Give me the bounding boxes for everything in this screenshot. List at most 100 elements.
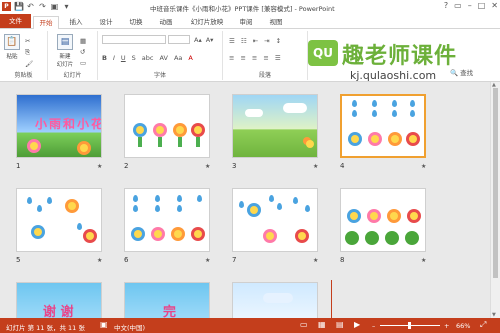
align-right-icon[interactable]: ≡	[252, 54, 257, 62]
zoom-out-button[interactable]: –	[372, 322, 375, 330]
underline-button[interactable]: U	[121, 54, 126, 62]
strikethrough-button[interactable]: abc	[142, 54, 154, 62]
normal-view-icon[interactable]: ▭	[300, 320, 308, 329]
raindrop-icon	[372, 100, 377, 107]
bush-icon	[405, 231, 419, 245]
numbering-icon[interactable]: ☷	[241, 37, 247, 45]
bush-icon	[385, 231, 399, 245]
align-left-icon[interactable]: ≡	[229, 54, 234, 62]
italic-button[interactable]: I	[113, 54, 115, 62]
decrease-indent-icon[interactable]: ⇤	[253, 37, 258, 45]
raindrop-icon	[177, 205, 182, 212]
slide-thumbnail-1[interactable]: 小雨和小花	[16, 94, 102, 158]
close-icon[interactable]: ✕	[491, 1, 498, 10]
flower-icon	[406, 132, 420, 146]
quick-access-toolbar: P 💾 ↶ ↷ ▣ ▾	[2, 2, 71, 11]
tab-transitions[interactable]: 切换	[124, 16, 148, 28]
flower-icon	[153, 123, 167, 137]
font-color-button[interactable]: A	[188, 54, 192, 62]
vertical-scrollbar[interactable]: ▲ ▼	[490, 82, 500, 318]
scrollbar-thumb[interactable]	[493, 88, 498, 278]
slide-thumbnail-3[interactable]	[232, 94, 318, 158]
font-size-controls: A▴ A▾	[194, 36, 213, 44]
watermark-badge: QU	[308, 40, 338, 66]
format-painter-icon[interactable]: 🖌	[25, 60, 33, 68]
flower-icon	[247, 203, 261, 217]
powerpoint-app-icon[interactable]: P	[2, 2, 11, 11]
slide-count-status: 幻灯片 第 11 张，共 11 张	[6, 324, 85, 332]
copy-icon[interactable]: ⎘	[25, 48, 33, 57]
language-status[interactable]: 中文(中国)	[114, 322, 145, 332]
zoom-slider-thumb[interactable]	[408, 322, 411, 329]
cloud-icon	[263, 293, 293, 303]
tab-review[interactable]: 审阅	[234, 16, 258, 28]
tab-design[interactable]: 设计	[94, 16, 118, 28]
slide-thumbnail-8[interactable]	[340, 188, 426, 252]
slides-small-buttons: ▦ ↺ ▭	[80, 37, 86, 67]
columns-icon[interactable]: ☰	[275, 54, 281, 62]
redo-icon[interactable]: ↷	[38, 2, 47, 11]
watermark-url: kj.qulaoshi.com	[350, 69, 437, 82]
slide-thumbnail-2[interactable]	[124, 94, 210, 158]
reading-view-icon[interactable]: ▤	[336, 320, 344, 329]
flower-icon	[263, 229, 277, 243]
tab-view[interactable]: 视图	[264, 16, 288, 28]
layout-icon[interactable]: ▦	[80, 37, 86, 45]
leaf-icon	[138, 137, 142, 147]
align-center-icon[interactable]: ≡	[240, 54, 245, 62]
spellcheck-icon[interactable]: ▣	[100, 320, 108, 329]
bullets-icon[interactable]: ☰	[229, 37, 235, 45]
ribbon-display-icon[interactable]: ▭	[454, 1, 462, 10]
bold-button[interactable]: B	[102, 54, 107, 62]
save-icon[interactable]: 💾	[14, 2, 24, 11]
tab-slideshow[interactable]: 幻灯片放映	[185, 16, 229, 28]
tab-file[interactable]: 文件	[0, 14, 31, 28]
slide-thumbnail-5[interactable]	[16, 188, 102, 252]
undo-icon[interactable]: ↶	[26, 2, 35, 11]
slide-thumbnail-7[interactable]	[232, 188, 318, 252]
shadow-button[interactable]: S	[132, 54, 136, 62]
font-name-box[interactable]	[102, 35, 166, 44]
font-group: A▴ A▾ B I U S abc AV Aa A 字体	[98, 31, 223, 80]
cut-icon[interactable]: ✂	[25, 37, 33, 45]
customize-qat-icon[interactable]: ▾	[62, 2, 71, 11]
zoom-in-button[interactable]: +	[444, 322, 449, 330]
increase-indent-icon[interactable]: ⇥	[264, 37, 269, 45]
justify-icon[interactable]: ≡	[263, 54, 268, 62]
zoom-level[interactable]: 66%	[456, 322, 470, 330]
transition-star-icon: ★	[421, 257, 427, 264]
section-icon[interactable]: ▭	[80, 59, 86, 67]
ribbon-tabs: 文件 开始 插入 设计 切换 动画 幻灯片放映 审阅 视图	[0, 14, 500, 30]
line-spacing-icon[interactable]: ↕	[276, 37, 281, 45]
maximize-icon[interactable]: □	[478, 1, 486, 10]
slide-thumbnail-4[interactable]	[340, 94, 426, 158]
reset-icon[interactable]: ↺	[80, 48, 86, 56]
slide-number-6: 6	[124, 256, 129, 264]
tab-home[interactable]: 开始	[33, 16, 59, 30]
flower-icon	[191, 123, 205, 137]
start-slideshow-icon[interactable]: ▣	[50, 2, 59, 11]
grow-font-icon[interactable]: A▴	[194, 36, 202, 44]
slide-sorter-view-icon[interactable]: ▦	[318, 320, 326, 329]
window-controls: ? ▭ – □ ✕	[444, 1, 498, 10]
tab-insert[interactable]: 插入	[64, 16, 88, 28]
raindrop-icon	[47, 197, 52, 204]
help-icon[interactable]: ?	[444, 1, 448, 10]
paste-button[interactable]: 📋 粘贴	[3, 34, 21, 60]
slide-thumbnail-6[interactable]	[124, 188, 210, 252]
fit-to-window-icon[interactable]: ⤢	[480, 320, 486, 330]
flower-icon	[347, 209, 361, 223]
shrink-font-icon[interactable]: A▾	[206, 36, 214, 44]
char-spacing-button[interactable]: AV	[159, 54, 167, 62]
watermark-logo: QU 趣老师课件 kj.qulaoshi.com	[308, 32, 500, 82]
minimize-icon[interactable]: –	[468, 1, 472, 10]
slide-1-title: 小雨和小花	[35, 117, 102, 131]
raindrop-icon	[410, 100, 415, 107]
tab-animations[interactable]: 动画	[154, 16, 178, 28]
change-case-button[interactable]: Aa	[174, 54, 182, 62]
font-size-box[interactable]	[168, 35, 190, 44]
transition-star-icon: ★	[313, 257, 319, 264]
new-slide-button[interactable]: ▤ 新建 幻灯片	[54, 34, 76, 68]
flower-icon	[295, 229, 309, 243]
slideshow-view-icon[interactable]: ▶	[354, 320, 360, 329]
